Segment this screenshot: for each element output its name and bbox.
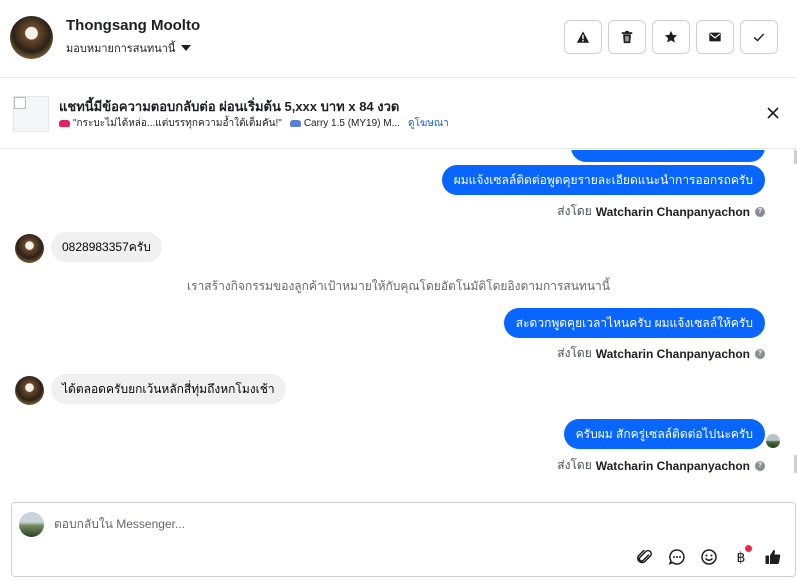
seen-avatar [766, 434, 780, 448]
ad-subtitle-part2: Carry 1.5 (MY19) M... [303, 118, 400, 129]
system-note: เราสร้างกิจกรรมของลูกค้าเป้าหมายให้กับคุ… [187, 279, 610, 293]
sent-by-label: ส่งโดย Watcharin Chanpanyachon ? [557, 344, 765, 363]
delete-button[interactable] [608, 20, 646, 54]
ad-subtitle: "กระบะไม่ได้หล่อ...แต่บรรทุกความอ้ำใต้เต… [59, 116, 449, 131]
contact-avatar[interactable] [10, 16, 53, 59]
caret-down-icon [181, 45, 192, 51]
reply-input[interactable] [54, 517, 554, 531]
star-icon [664, 30, 678, 43]
envelope-icon [709, 32, 721, 42]
contact-avatar-small [15, 376, 44, 405]
payment-button[interactable]: ฿ [731, 545, 752, 567]
warning-icon [576, 31, 590, 43]
attachment-icon [637, 549, 652, 564]
info-icon[interactable]: ? [755, 206, 765, 217]
mark-unread-button[interactable] [696, 20, 734, 54]
notification-dot [745, 545, 752, 552]
outgoing-message-partial [571, 150, 765, 162]
assign-label: มอบหมายการสนทนานี้ [66, 43, 176, 55]
sent-by-label: ส่งโดย Watcharin Chanpanyachon ? [557, 202, 765, 221]
attachment-button[interactable] [635, 547, 655, 567]
outgoing-message: ครับผม สักครู่เซลล์ติดต่อไปนะครับ [563, 419, 765, 449]
like-icon [765, 549, 781, 564]
check-icon [753, 33, 765, 42]
ad-thumbnail[interactable] [13, 96, 49, 132]
ad-title: แชทนี้มีข้อความตอบกลับต่อ ผ่อนเริ่มต้น 5… [59, 99, 400, 114]
sent-by-prefix: ส่งโดย [557, 458, 592, 472]
page-avatar [19, 512, 44, 537]
incoming-message: 0828983357ครับ [51, 232, 162, 262]
contact-avatar-small [15, 234, 44, 263]
view-ad-link[interactable]: ดูโฆษณา [408, 116, 449, 131]
saved-reply-button[interactable] [667, 547, 687, 567]
trash-icon [621, 30, 633, 44]
info-icon[interactable]: ? [755, 348, 765, 359]
like-button[interactable] [763, 547, 783, 567]
blue-car-icon [289, 120, 301, 127]
header-actions [564, 20, 778, 54]
sent-by-prefix: ส่งโดย [557, 204, 592, 218]
emoji-icon [701, 549, 717, 565]
assign-conversation-dropdown[interactable]: มอบหมายการสนทนานี้ [66, 39, 192, 57]
sender-name: Watcharin Chanpanyachon [595, 346, 750, 361]
sent-by-label: ส่งโดย Watcharin Chanpanyachon ? [557, 456, 765, 475]
emoji-button[interactable] [699, 547, 719, 567]
close-icon[interactable] [765, 105, 781, 121]
outgoing-message: ผมแจ้งเซลล์ติดต่อพูดคุยรายละเอียดแนะนำกา… [441, 165, 765, 195]
red-car-icon [59, 120, 70, 127]
ad-subtitle-part1: "กระบะไม่ได้หล่อ...แต่บรรทุกความอ้ำใต้เต… [73, 118, 282, 129]
svg-text:฿: ฿ [737, 550, 746, 566]
saved-reply-icon [668, 549, 685, 565]
report-spam-button[interactable] [564, 20, 602, 54]
incoming-message: ได้ตลอดครับยกเว้นหลักสี่ทุ่มถึงหกโมงเช้า [51, 374, 286, 404]
star-button[interactable] [652, 20, 690, 54]
message-thread: ผมแจ้งเซลล์ติดต่อพูดคุยรายละเอียดแนะนำกา… [0, 150, 797, 502]
ad-context-banner: แชทนี้มีข้อความตอบกลับต่อ ผ่อนเริ่มต้น 5… [0, 79, 797, 149]
reply-composer: ฿ [11, 502, 796, 577]
info-icon[interactable]: ? [755, 460, 765, 471]
sender-name: Watcharin Chanpanyachon [595, 204, 750, 219]
contact-name[interactable]: Thongsang Moolto [66, 17, 200, 34]
outgoing-message: สะดวกพูดคุยเวลาไหนครับ ผมแจ้งเซลล์ให้ครั… [503, 308, 765, 338]
conversation-header: Thongsang Moolto มอบหมายการสนทนานี้ [0, 0, 797, 78]
mark-done-button[interactable] [740, 20, 778, 54]
composer-tools: ฿ [635, 545, 783, 567]
sender-name: Watcharin Chanpanyachon [595, 458, 750, 473]
sent-by-prefix: ส่งโดย [557, 346, 592, 360]
